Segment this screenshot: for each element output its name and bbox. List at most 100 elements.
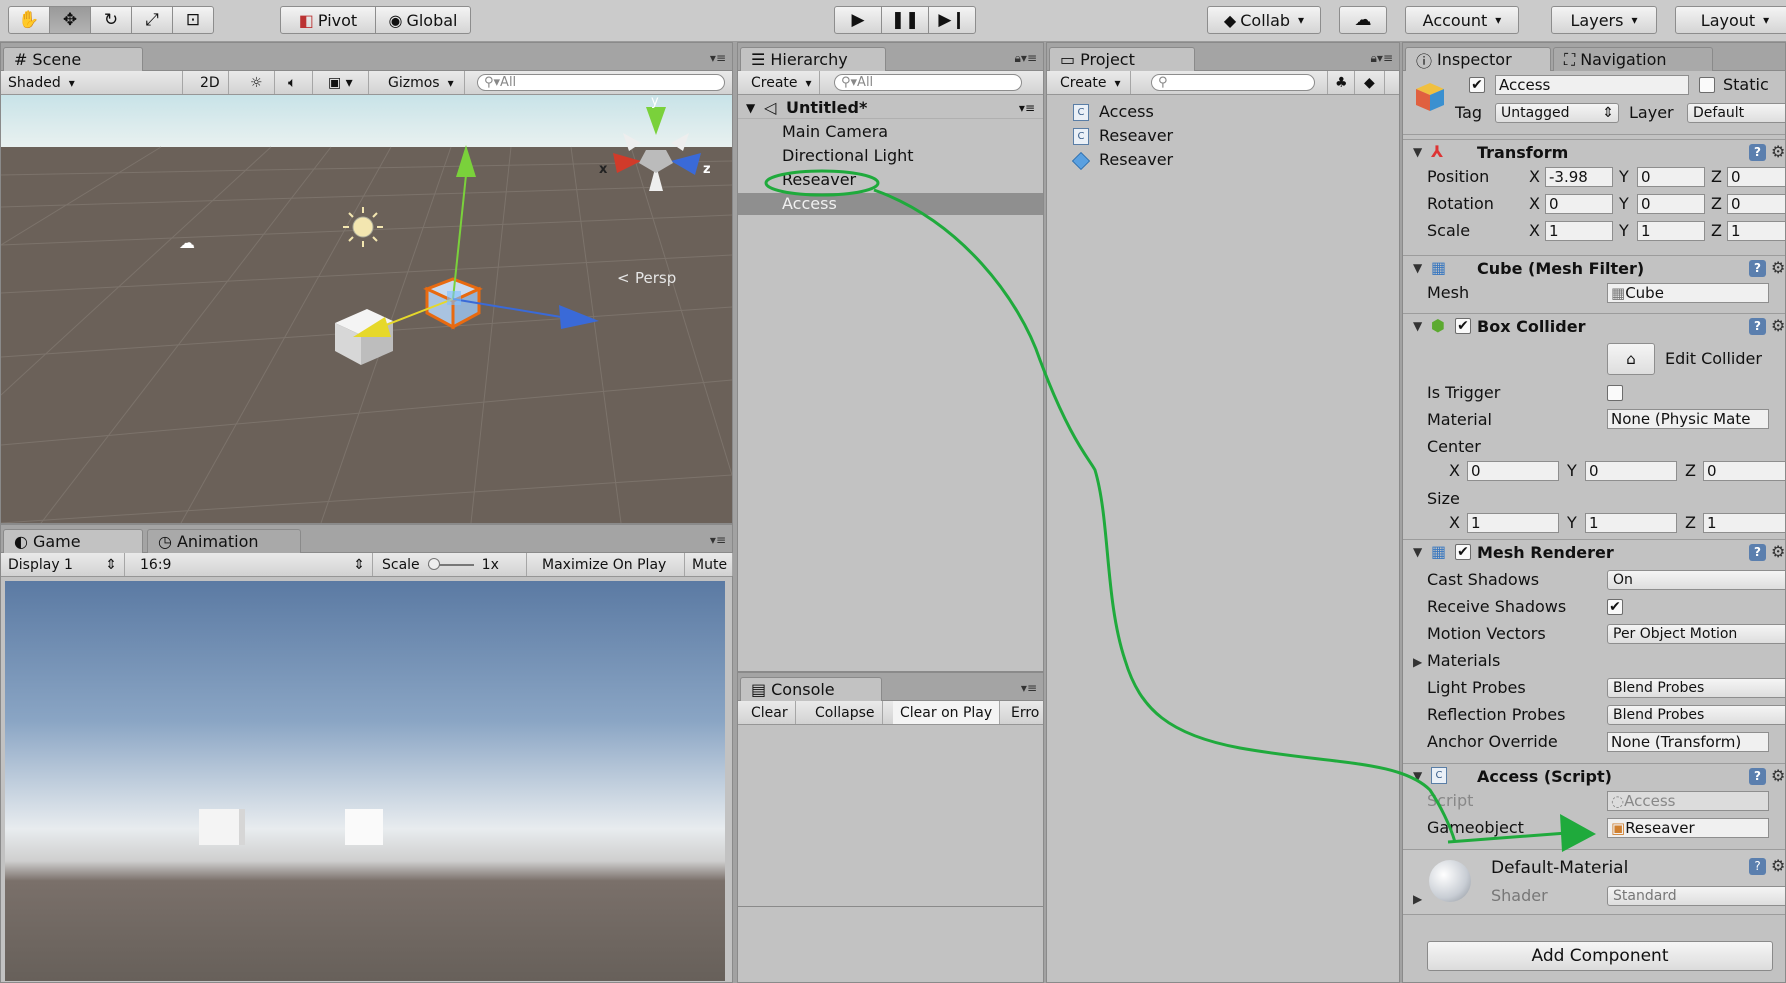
hierarchy-item-reseaver[interactable]: Reseaver (738, 169, 1043, 191)
console-clear-button[interactable]: Clear (744, 701, 796, 724)
size-z-field[interactable]: 1 (1703, 513, 1785, 533)
box-collider-enabled-checkbox[interactable]: ✔ (1455, 318, 1471, 334)
layer-dropdown[interactable]: Default (1687, 103, 1785, 123)
display-dropdown[interactable]: Display 1 ⇕ (1, 553, 125, 576)
move-tool-button[interactable]: ✥ (49, 6, 91, 34)
materials-foldout-icon[interactable]: ▶ (1413, 655, 1422, 669)
persp-label[interactable]: Persp (635, 269, 676, 287)
gear-icon[interactable]: ⚙ (1771, 142, 1785, 161)
gameobject-active-checkbox[interactable]: ✔ (1469, 77, 1485, 93)
tag-dropdown[interactable]: Untagged ⇕ (1495, 103, 1619, 123)
rotate-tool-button[interactable]: ↻ (90, 6, 132, 34)
tab-scene[interactable]: # Scene (3, 47, 143, 71)
scene-search-input[interactable]: ⚲▾All (477, 74, 725, 91)
mesh-renderer-header[interactable]: ▼ ▦ ✔ Mesh Renderer ? ⚙ (1403, 539, 1785, 565)
search-by-label-button[interactable]: ◆ (1357, 71, 1385, 94)
transform-foldout-icon[interactable]: ▼ (1413, 145, 1422, 159)
help-icon[interactable]: ? (1749, 768, 1766, 785)
edit-collider-button[interactable]: ⌂ (1607, 343, 1655, 375)
gameobject-object-field[interactable]: ▣Reseaver (1607, 818, 1769, 838)
tab-hierarchy[interactable]: ☰ Hierarchy (740, 47, 886, 71)
hierarchy-item-main-camera[interactable]: Main Camera (738, 121, 1043, 143)
console-menu-icon[interactable]: ▾≡ (1021, 681, 1037, 695)
console-clear-on-play-button[interactable]: Clear on Play (893, 701, 1001, 724)
2d-toggle[interactable]: 2D (193, 71, 229, 94)
materials-label[interactable]: Materials (1427, 651, 1500, 670)
scale-slider[interactable]: Scale 1x (375, 553, 527, 576)
reflection-probes-dropdown[interactable]: Blend Probes (1607, 705, 1785, 725)
rotation-z-field[interactable]: 0 (1727, 194, 1785, 214)
lighting-toggle[interactable]: ☼ (243, 71, 275, 94)
cloud-button[interactable]: ☁ (1339, 6, 1387, 34)
static-checkbox[interactable] (1699, 77, 1715, 93)
audio-toggle[interactable]: 🔈︎ (281, 71, 313, 94)
center-z-field[interactable]: 0 (1703, 461, 1785, 481)
hierarchy-item-directional-light[interactable]: Directional Light (738, 145, 1043, 167)
box-collider-foldout-icon[interactable]: ▼ (1413, 319, 1422, 333)
anchor-override-field[interactable]: None (Transform) (1607, 732, 1769, 752)
scale-y-field[interactable]: 1 (1637, 221, 1705, 241)
gear-icon[interactable]: ⚙ (1771, 766, 1785, 785)
scene-menu-icon[interactable]: ▾≡ (1019, 97, 1035, 119)
pause-button[interactable]: ❚❚ (881, 6, 929, 34)
scale-track[interactable] (427, 557, 474, 570)
aspect-dropdown[interactable]: 16:9 ⇕ (133, 553, 373, 576)
maximize-toggle[interactable]: Maximize On Play (535, 553, 685, 576)
mesh-renderer-enabled-checkbox[interactable]: ✔ (1455, 544, 1471, 560)
directional-light-gizmo[interactable] (343, 207, 383, 247)
access-script-foldout-icon[interactable]: ▼ (1413, 769, 1422, 783)
play-button[interactable]: ▶ (834, 6, 882, 34)
hierarchy-search-input[interactable]: ⚲▾All (834, 74, 1022, 91)
game-viewport[interactable] (5, 581, 725, 981)
center-x-field[interactable]: 0 (1467, 461, 1559, 481)
rect-tool-button[interactable]: ⊡ (172, 6, 214, 34)
scene-root-row[interactable]: ▼ ◁ Untitled* ▾≡ (738, 97, 1043, 119)
layers-dropdown[interactable]: Layers (1551, 6, 1657, 34)
mesh-object-field[interactable]: ▦Cube (1607, 283, 1769, 303)
add-component-button[interactable]: Add Component (1427, 941, 1773, 971)
expand-triangle-icon[interactable]: ▼ (746, 97, 755, 119)
mesh-renderer-foldout-icon[interactable]: ▼ (1413, 545, 1422, 559)
size-y-field[interactable]: 1 (1585, 513, 1677, 533)
access-script-header[interactable]: ▼ C Access (Script) ? ⚙ (1403, 763, 1785, 789)
help-icon[interactable]: ? (1749, 858, 1766, 875)
material-foldout-icon[interactable]: ▶ (1413, 892, 1422, 906)
collider-material-field[interactable]: None (Physic Mate (1607, 409, 1769, 429)
rotation-y-field[interactable]: 0 (1637, 194, 1705, 214)
collab-dropdown[interactable]: ◆ Collab (1207, 6, 1321, 34)
hierarchy-create-button[interactable]: Create (744, 71, 820, 94)
camera-icon[interactable]: ☁ (179, 233, 195, 252)
box-collider-header[interactable]: ▼ ⬢ ✔ Box Collider ? ⚙ (1403, 313, 1785, 339)
position-y-field[interactable]: 0 (1637, 167, 1705, 187)
is-trigger-checkbox[interactable] (1607, 385, 1623, 401)
mesh-filter-foldout-icon[interactable]: ▼ (1413, 261, 1422, 275)
project-item-reseaver-prefab[interactable]: Reseaver (1047, 149, 1399, 171)
position-x-field[interactable]: -3.98 (1545, 167, 1613, 187)
gear-icon[interactable]: ⚙ (1771, 856, 1785, 875)
tab-navigation[interactable]: ⛶ Navigation (1553, 47, 1713, 71)
transform-header[interactable]: ▼ ⅄ Transform ? ⚙ (1403, 139, 1785, 165)
gizmos-dropdown[interactable]: Gizmos (381, 71, 465, 94)
cast-shadows-dropdown[interactable]: On (1607, 570, 1785, 590)
hand-tool-button[interactable]: ✋ (8, 6, 50, 34)
tab-inspector[interactable]: ⓘ Inspector (1405, 47, 1551, 71)
shading-dropdown[interactable]: Shaded (1, 71, 183, 94)
project-item-reseaver-script[interactable]: C Reseaver (1047, 125, 1399, 147)
scale-thumb[interactable] (427, 557, 440, 570)
tab-animation[interactable]: ◷ Animation (147, 529, 301, 553)
project-search-input[interactable]: ⚲ (1151, 74, 1315, 91)
help-icon[interactable]: ? (1749, 260, 1766, 277)
motion-vectors-dropdown[interactable]: Per Object Motion (1607, 624, 1785, 644)
tab-project[interactable]: ▭ Project (1049, 47, 1195, 71)
step-button[interactable]: ▶❙ (928, 6, 976, 34)
light-probes-dropdown[interactable]: Blend Probes (1607, 678, 1785, 698)
effects-dropdown[interactable]: ▣ ▾ (321, 71, 369, 94)
hierarchy-item-access[interactable]: Access (738, 193, 1043, 215)
tab-console[interactable]: ▤ Console (740, 677, 882, 701)
mesh-filter-header[interactable]: ▼ ▦ Cube (Mesh Filter) ? ⚙ (1403, 255, 1785, 281)
console-error-toggle[interactable]: Erro (1004, 701, 1046, 724)
global-toggle[interactable]: ◉ Global (375, 6, 471, 34)
gear-icon[interactable]: ⚙ (1771, 542, 1785, 561)
scale-tool-button[interactable]: ⤢ (131, 6, 173, 34)
scale-z-field[interactable]: 1 (1727, 221, 1785, 241)
